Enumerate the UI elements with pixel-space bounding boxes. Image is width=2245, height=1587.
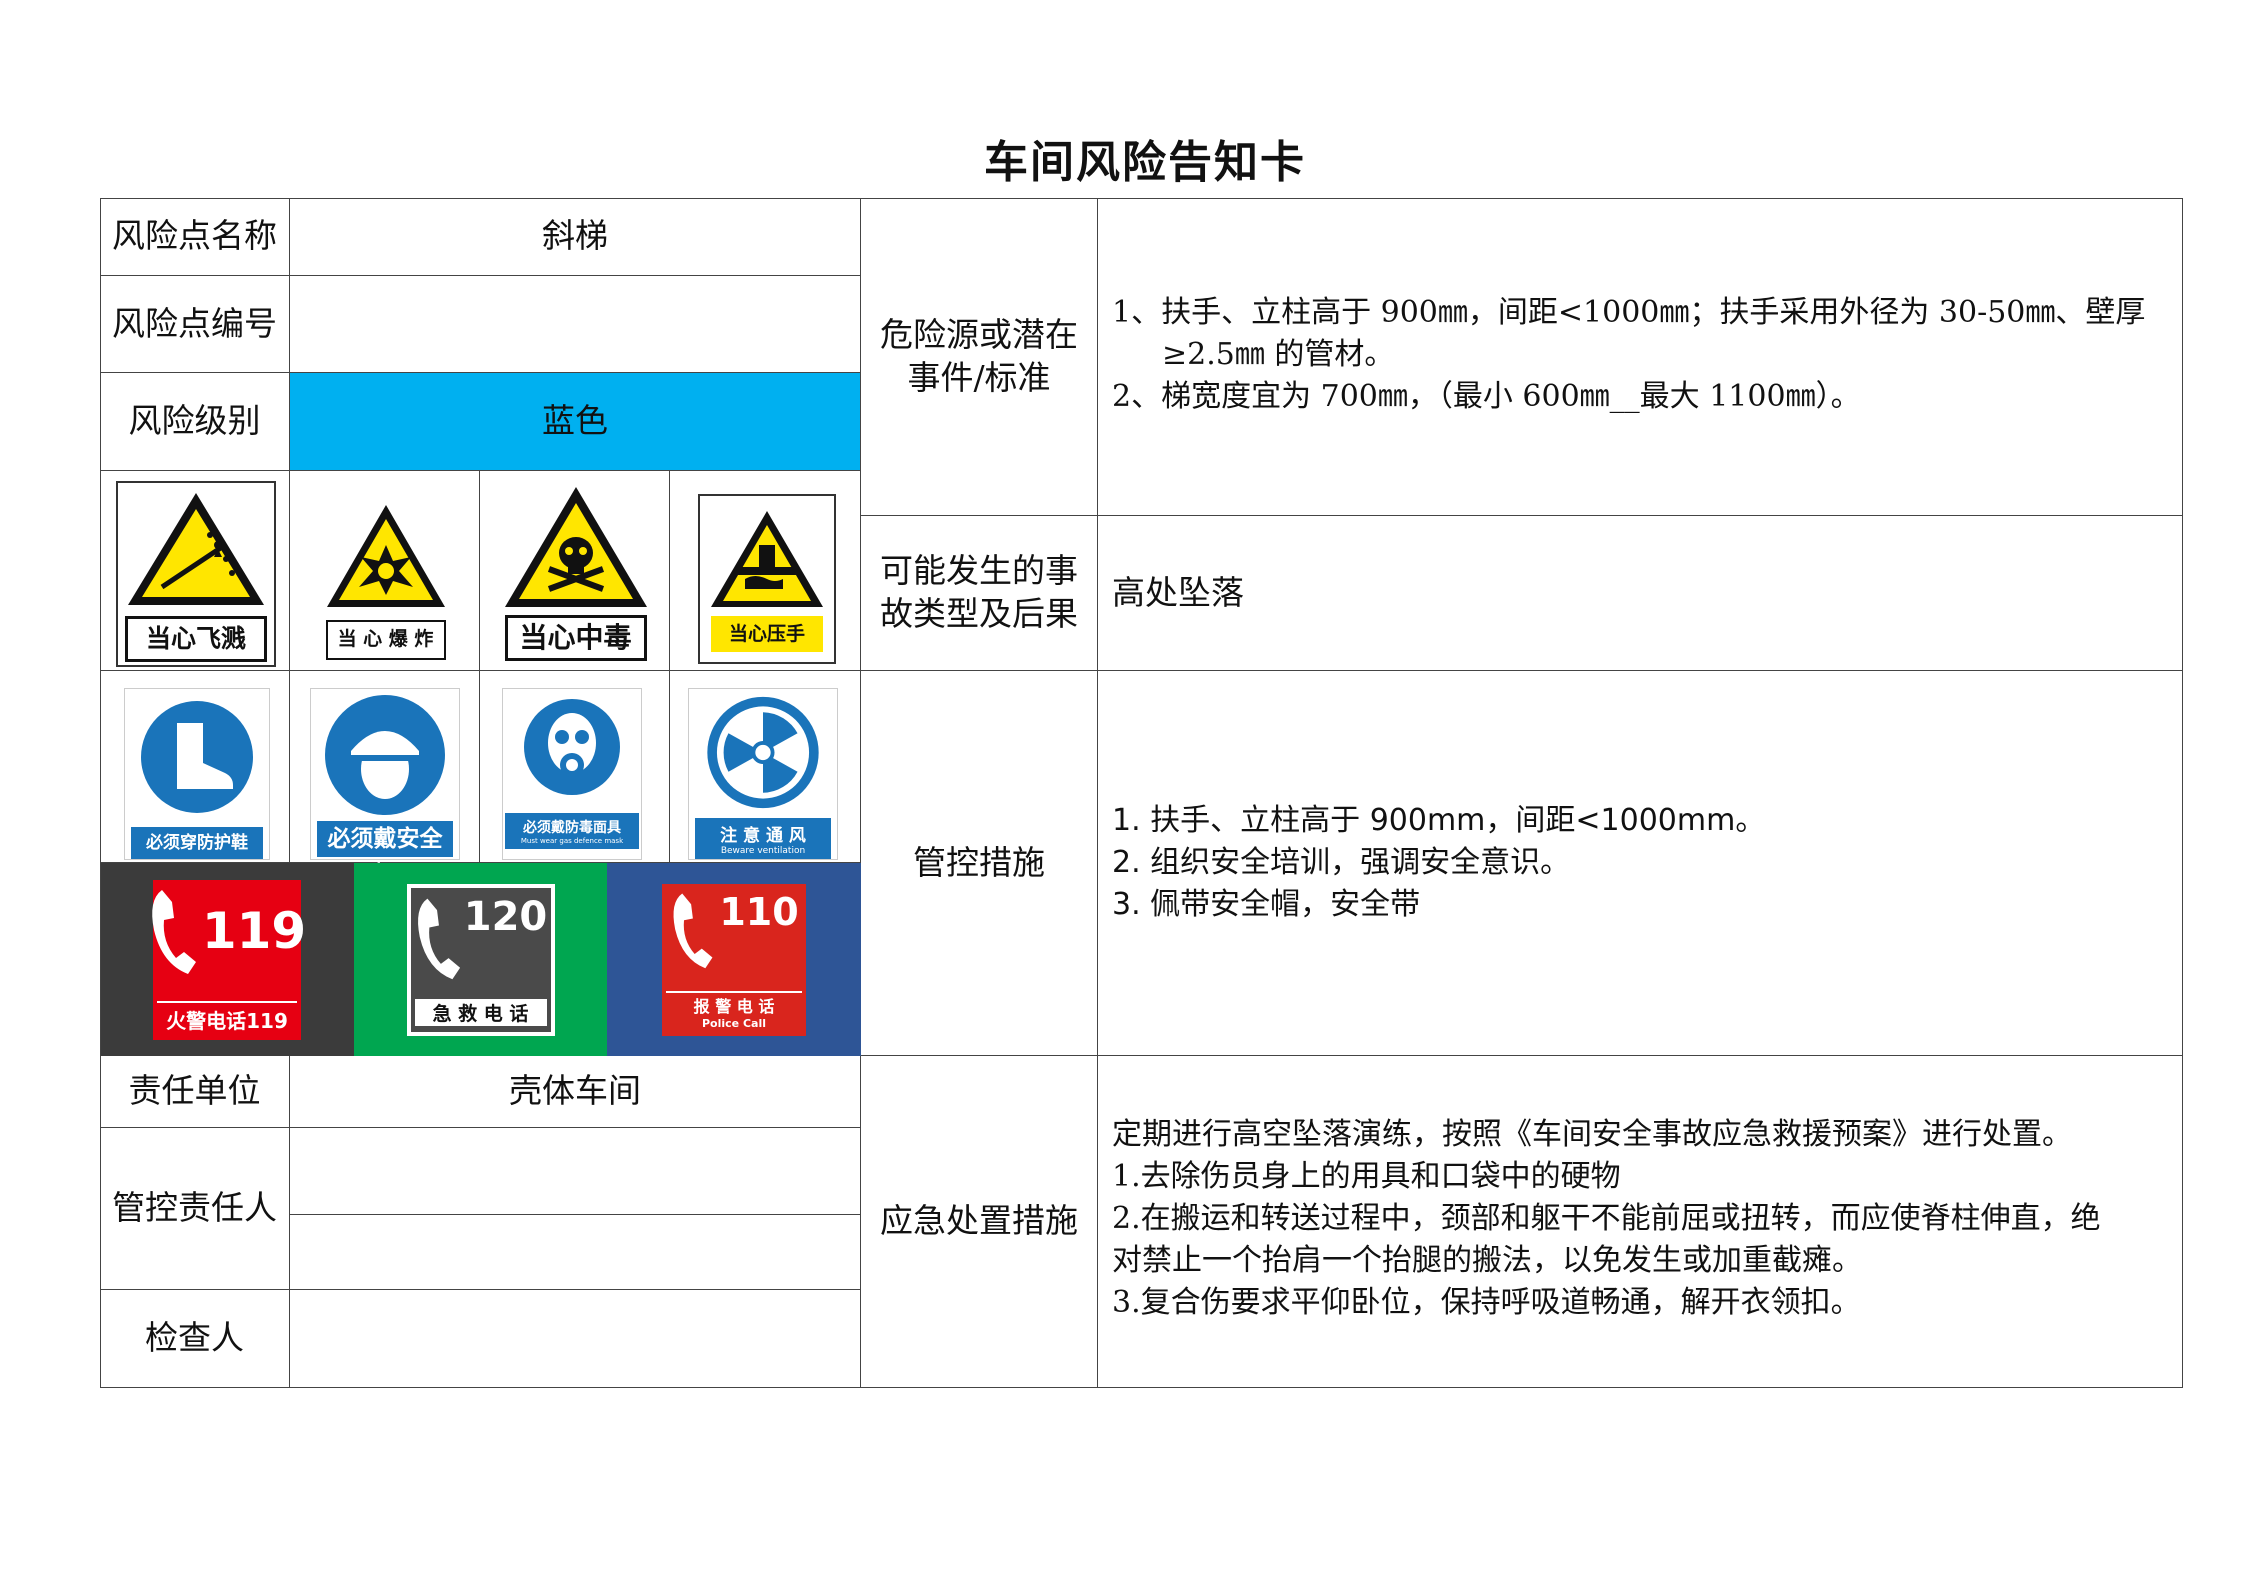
emergency-line: 对禁止一个抬肩一个抬腿的搬法，以免发生或加重截瘫。 <box>1112 1243 1862 1278</box>
person-value-2 <box>290 1215 861 1290</box>
inspector-value <box>290 1290 861 1388</box>
risk-name-label: 风险点名称 <box>100 198 290 276</box>
person-value-1 <box>290 1128 861 1215</box>
phone-label: 火警电话119 <box>157 1000 297 1034</box>
ambulance-phone-panel: 120 急 救 电 话 <box>354 863 607 1056</box>
unit-label: 责任单位 <box>100 1056 290 1128</box>
warning-sign-hand-crush: 当心压手 <box>698 494 836 664</box>
unit-value: 壳体车间 <box>290 1056 861 1128</box>
warning-sign-label: 当心飞溅 <box>125 615 267 662</box>
ambulance-phone-sign: 120 急 救 电 话 <box>406 883 555 1036</box>
warning-sign-flying: 当心飞溅 <box>116 481 276 667</box>
ventilation-fan-icon <box>707 696 819 809</box>
warning-sign-label: 当心中毒 <box>504 615 647 661</box>
explosion-icon <box>326 504 445 607</box>
police-phone-panel: 110 报 警 电 话 Police Call <box>607 863 861 1056</box>
emergency-line: 1.去除伤员身上的用具和口袋中的硬物 <box>1112 1159 1621 1194</box>
police-phone-sign: 110 报 警 电 话 Police Call <box>662 883 806 1036</box>
mandatory-sign-sublabel: Beware ventilation <box>720 846 806 856</box>
mandatory-sign-sublabel: Must wear gas defence mask <box>520 837 624 845</box>
phone-number: 120 <box>463 893 548 940</box>
risk-code-value <box>290 276 861 373</box>
mandatory-sign-caption: 必须戴防毒面具 Must wear gas defence mask <box>505 813 639 849</box>
phone-number: 119 <box>201 901 307 960</box>
warning-sign-label: 当心压手 <box>711 615 823 652</box>
phone-sublabel: Police Call <box>701 1016 766 1030</box>
phone-label: 报 警 电 话 <box>693 996 775 1016</box>
hazard-line-1b: ≥2.5㎜ 的管材。 <box>1162 337 1395 372</box>
risk-level-label: 风险级别 <box>100 373 290 471</box>
mandatory-sign-label: 必须戴防毒面具 <box>523 820 621 836</box>
risk-card: 风险点名称 斜梯 风险点编号 风险级别 蓝色 当心飞溅 当 心 爆 炸 当心中毒… <box>100 198 2183 1388</box>
control-label: 管控措施 <box>861 671 1098 1056</box>
hazard-line-2: 2、梯宽度宜为 700㎜，（最小 600㎜__最大 1100㎜）。 <box>1112 379 1861 414</box>
hazard-content: 1、扶手、立柱高于 900㎜，间距<1000㎜；扶手采用外径为 30-50㎜、壁… <box>1098 198 2183 516</box>
fire-phone-top: 119 <box>148 886 306 976</box>
warning-sign-label: 当 心 爆 炸 <box>325 619 446 660</box>
gas-mask-icon <box>524 699 620 795</box>
control-item: 3. 佩带安全帽，安全带 <box>1112 887 1421 922</box>
emergency-line: 定期进行高空坠落演练，按照《车间安全事故应急救援预案》进行处置。 <box>1112 1117 2072 1152</box>
phone-label: 急 救 电 话 <box>414 998 547 1026</box>
control-item: 1. 扶手、立柱高于 900mm，间距<1000mm。 <box>1112 803 1766 838</box>
control-item: 2. 组织安全培训，强调安全意识。 <box>1112 845 1571 880</box>
flying-debris-icon <box>128 492 264 605</box>
hand-crush-icon <box>711 510 823 607</box>
person-label: 管控责任人 <box>100 1128 290 1290</box>
mandatory-sign-gas-mask: 必须戴防毒面具 Must wear gas defence mask <box>502 688 642 860</box>
warning-sign-poison: 当心中毒 <box>498 478 653 666</box>
inspector-label: 检查人 <box>100 1290 290 1388</box>
mandatory-sign-label: 必须戴安全帽 <box>316 821 454 888</box>
safety-helmet-icon <box>325 695 445 815</box>
mandatory-sign-boot: 必须穿防护鞋 <box>124 688 270 860</box>
mandatory-sign-label: 注 意 通 风 <box>720 826 806 846</box>
mandatory-sign-helmet: 必须戴安全帽 <box>310 688 460 888</box>
mandatory-sign-label: 必须穿防护鞋 <box>130 827 264 859</box>
safety-boot-icon <box>141 701 253 813</box>
poison-skull-icon <box>504 487 647 607</box>
emergency-line: 2.在搬运和转送过程中，颈部和躯干不能前屈或扭转，而应使脊柱伸直，绝 <box>1112 1201 2101 1236</box>
phone-number: 110 <box>719 889 799 934</box>
risk-name-value: 斜梯 <box>290 198 861 276</box>
emergency-content: 定期进行高空坠落演练，按照《车间安全事故应急救援预案》进行处置。 1.去除伤员身… <box>1098 1056 2183 1388</box>
warning-sign-explosion: 当 心 爆 炸 <box>318 494 453 664</box>
accident-value: 高处坠落 <box>1098 516 2183 671</box>
mandatory-sign-caption: 注 意 通 风 Beware ventilation <box>695 818 831 859</box>
emergency-line: 3.复合伤要求平仰卧位，保持呼吸道畅通，解开衣领扣。 <box>1112 1285 1861 1320</box>
hazard-lines: 1、扶手、立柱高于 900㎜，间距<1000㎜；扶手采用外径为 30-50㎜、壁… <box>1112 292 2168 418</box>
risk-code-label: 风险点编号 <box>100 276 290 373</box>
police-phone-caption: 报 警 电 话 Police Call <box>666 990 802 1030</box>
risk-level-value: 蓝色 <box>290 373 861 471</box>
ambulance-phone-top: 120 <box>414 893 548 982</box>
control-list: 1. 扶手、立柱高于 900mm，间距<1000mm。 2. 组织安全培训，强调… <box>1112 800 2168 926</box>
page-title: 车间风险告知卡 <box>984 137 1306 188</box>
fire-phone-sign: 119 火警电话119 <box>152 879 306 1040</box>
fire-phone-panel: 119 火警电话119 <box>100 863 354 1056</box>
hazard-line-1: 1、扶手、立柱高于 900㎜，间距<1000㎜；扶手采用外径为 30-50㎜、壁… <box>1112 295 2146 330</box>
phone-handset-icon <box>417 898 460 979</box>
hazard-label: 危险源或潜在事件/标准 <box>861 198 1098 516</box>
emergency-label: 应急处置措施 <box>861 1056 1098 1388</box>
emergency-lines: 定期进行高空坠落演练，按照《车间安全事故应急救援预案》进行处置。 1.去除伤员身… <box>1112 1114 2168 1324</box>
mandatory-sign-ventilation: 注 意 通 风 Beware ventilation <box>688 688 838 860</box>
phone-handset-icon <box>673 893 713 968</box>
police-phone-top: 110 <box>669 889 799 970</box>
accident-label: 可能发生的事故类型及后果 <box>861 516 1098 671</box>
phone-handset-icon <box>152 889 196 974</box>
control-content: 1. 扶手、立柱高于 900mm，间距<1000mm。 2. 组织安全培训，强调… <box>1098 671 2183 1056</box>
